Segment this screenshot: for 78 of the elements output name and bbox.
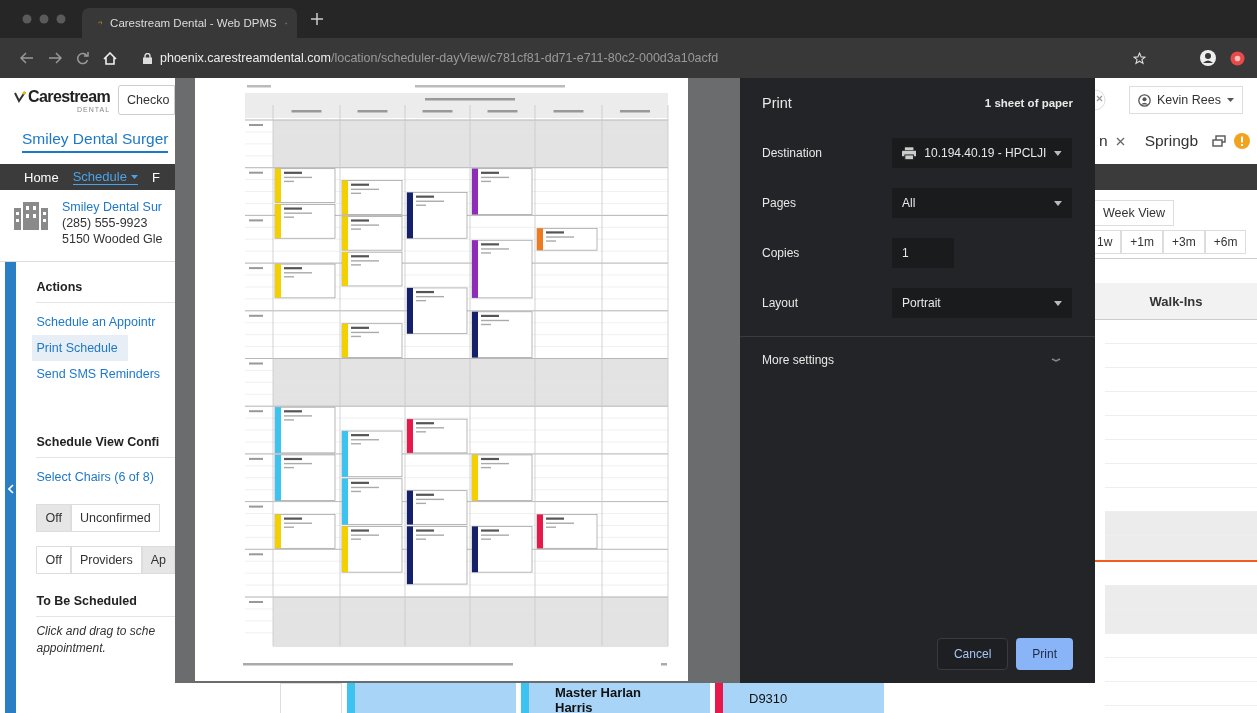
toggle-button[interactable]: Off (36, 504, 71, 532)
appointment-card[interactable]: Master Harlan Harris (521, 683, 710, 713)
date-jump-button[interactable]: 1w (1095, 230, 1122, 254)
window-controls-icon[interactable] (22, 14, 68, 24)
action-link[interactable]: Schedule an Appointr (36, 309, 175, 335)
nav-item[interactable]: F (151, 169, 160, 185)
browser-tab[interactable]: Carestream Dental - Web DPMS (82, 8, 297, 38)
nav-item[interactable]: Schedule (72, 169, 138, 185)
windows-icon[interactable] (1212, 135, 1227, 147)
setting-dropdown[interactable]: Portrait (892, 288, 1072, 318)
patient-name: Master Harlan Harris (555, 684, 642, 713)
action-link[interactable]: Print Schedule (32, 335, 129, 361)
setting-label: Destination (762, 146, 824, 160)
lock-icon (143, 52, 152, 64)
location-tab[interactable]: n (1099, 132, 1108, 150)
more-settings-toggle[interactable]: More settings (762, 337, 1073, 383)
hint-text: Click and drag to sche appointment. (36, 623, 157, 657)
close-icon[interactable] (1115, 136, 1125, 146)
caret-icon (1226, 98, 1234, 102)
select-chairs-link[interactable]: Select Chairs (6 of 8) (36, 464, 175, 490)
setting-label: Pages (762, 196, 798, 210)
location-tab[interactable]: Springb (1144, 132, 1199, 150)
star-icon[interactable] (1133, 51, 1146, 65)
date-jump-button[interactable]: +6m (1204, 230, 1247, 254)
collapse-sidebar-bar[interactable] (5, 262, 17, 713)
column-header: Walk-Ins (1095, 283, 1257, 320)
profile-icon[interactable] (1200, 50, 1216, 66)
forward-arrow-icon[interactable] (48, 52, 62, 64)
setting-label: Layout (762, 296, 800, 310)
caret-icon (1054, 200, 1062, 206)
search-field[interactable]: Checko (118, 85, 175, 115)
chevron-left-icon (7, 484, 14, 494)
appointment-card[interactable]: D9310 (715, 683, 884, 713)
extension-icon[interactable] (1230, 50, 1245, 66)
toggle-button[interactable]: Off (36, 546, 71, 574)
schedule-slot[interactable] (1105, 536, 1257, 560)
procedure-code: D9310 (749, 690, 789, 706)
reload-icon[interactable] (76, 51, 89, 65)
section-title: Schedule View Confi (36, 435, 160, 449)
practice-tab[interactable]: Smiley Dental Surger (22, 129, 169, 153)
copies-field[interactable]: 1 (892, 238, 954, 268)
toggle-button[interactable]: Ap (141, 546, 175, 574)
location-address: 5150 Wooded Gle (62, 232, 163, 246)
chevron-icon (1051, 358, 1061, 362)
setting-dropdown[interactable]: 10.194.40.19 - HPCLJI (892, 138, 1072, 168)
alert-icon[interactable] (1234, 133, 1251, 149)
toggle-button[interactable]: Providers (70, 546, 142, 574)
building-icon (14, 200, 48, 230)
setting-label: Copies (762, 246, 801, 260)
user-menu-button[interactable]: Kevin Rees (1129, 86, 1243, 114)
section-title: Actions (36, 280, 83, 294)
dialog-title: Print (762, 95, 792, 111)
print-button[interactable]: Print (1016, 638, 1073, 670)
setting-dropdown[interactable]: All (892, 188, 1072, 218)
date-jump-button[interactable]: +3m (1163, 230, 1205, 254)
printer-icon (902, 146, 917, 160)
home-icon[interactable] (103, 51, 117, 65)
caret-icon (130, 174, 138, 179)
caret-icon (1054, 150, 1062, 156)
cancel-button[interactable]: Cancel (936, 638, 1009, 670)
tab-title: Carestream Dental - Web DPMS (110, 17, 277, 29)
url-text[interactable]: phoenix.carestreamdental.com/location/scheduler-dayView/c781cf81-dd71-e711-80c2-000d3a10acfd (160, 51, 719, 65)
toggle-button[interactable]: Unconfirmed (70, 504, 160, 532)
nav-item[interactable]: Home (24, 169, 59, 185)
section-title: To Be Scheduled (36, 594, 137, 608)
logo-mark-icon (14, 90, 26, 103)
back-arrow-icon[interactable] (20, 52, 34, 64)
caret-icon (1054, 300, 1062, 306)
action-link[interactable]: Send SMS Reminders (36, 361, 175, 387)
user-icon (1138, 93, 1151, 107)
logo-text: Carestream (14, 87, 111, 106)
sheet-count: 1 sheet of paper (984, 97, 1073, 109)
date-jump-button[interactable]: +1m (1121, 230, 1164, 254)
appointment-card[interactable] (347, 683, 516, 713)
week-view-button[interactable]: Week View (1095, 200, 1175, 226)
new-tab-icon[interactable] (311, 13, 323, 25)
location-phone: (285) 555-9923 (62, 216, 149, 230)
location-name[interactable]: Smiley Dental Sur (62, 200, 163, 214)
